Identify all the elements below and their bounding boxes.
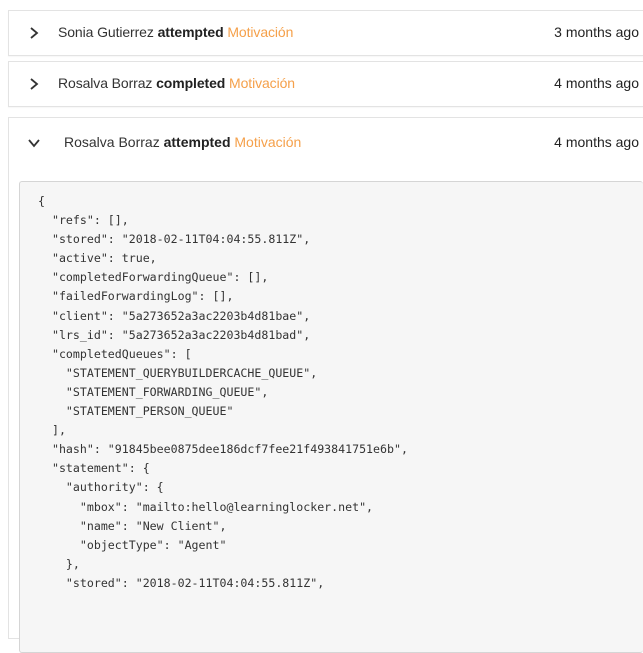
statement-json: { "refs": [], "stored": "2018-02-11T04:0… — [20, 182, 643, 593]
timestamp: 4 months ago — [554, 75, 639, 91]
activity-link[interactable]: Motivación — [229, 75, 295, 91]
actor-name: Rosalva Borraz — [58, 75, 153, 91]
statement-summary: Sonia Gutierrez attempted Motivación — [58, 24, 293, 40]
statement-row-expanded: Rosalva Borraz attempted Motivación 4 mo… — [8, 117, 643, 653]
actor-name: Sonia Gutierrez — [58, 24, 154, 40]
json-line: }, — [38, 556, 80, 571]
activity-link[interactable]: Motivación — [234, 134, 301, 150]
statement-row[interactable]: Sonia Gutierrez attempted Motivación 3 m… — [8, 10, 643, 56]
json-line: "completedForwardingQueue": [], — [38, 270, 269, 285]
json-line: "STATEMENT_QUERYBUILDERCACHE_QUEUE", — [38, 365, 318, 380]
statement-feed: Sonia Gutierrez attempted Motivación 3 m… — [8, 0, 643, 653]
chevron-right-icon[interactable] — [27, 77, 41, 91]
verb: completed — [156, 75, 226, 91]
actor-name: Rosalva Borraz — [64, 134, 160, 150]
verb: attempted — [163, 134, 231, 150]
statement-summary: Rosalva Borraz completed Motivación — [58, 75, 295, 91]
json-line: "mbox": "mailto:hello@learninglocker.net… — [38, 499, 374, 514]
json-line: "active": true, — [38, 251, 157, 266]
json-line: "client": "5a273652a3ac2203b4d81bae", — [38, 308, 311, 323]
statement-row[interactable]: Rosalva Borraz completed Motivación 4 mo… — [8, 61, 643, 107]
timestamp: 4 months ago — [554, 134, 639, 150]
timestamp: 3 months ago — [554, 24, 639, 40]
json-line: "hash": "91845bee0875dee186dcf7fee21f493… — [38, 442, 408, 457]
json-line: "failedForwardingLog": [], — [38, 289, 234, 304]
json-line: "refs": [], — [38, 213, 129, 228]
json-line: "statement": { — [38, 461, 150, 476]
json-line: ], — [38, 423, 66, 438]
json-line: "lrs_id": "5a273652a3ac2203b4d81bad", — [38, 327, 311, 342]
chevron-down-icon[interactable] — [27, 136, 41, 150]
json-line: "stored": "2018-02-11T04:04:55.811Z", — [38, 575, 325, 590]
verb: attempted — [157, 24, 224, 40]
json-line: "STATEMENT_FORWARDING_QUEUE", — [38, 384, 269, 399]
json-line: "STATEMENT_PERSON_QUEUE" — [38, 404, 234, 419]
json-line: "name": "New Client", — [38, 518, 227, 533]
activity-link[interactable]: Motivación — [227, 24, 293, 40]
json-line: "objectType": "Agent" — [38, 537, 227, 552]
json-line: "completedQueues": [ — [38, 346, 192, 361]
json-line: "authority": { — [38, 480, 164, 495]
statement-json-viewer[interactable]: { "refs": [], "stored": "2018-02-11T04:0… — [19, 181, 643, 653]
json-line: { — [38, 194, 45, 208]
statement-summary: Rosalva Borraz attempted Motivación — [64, 134, 301, 150]
statement-row-header[interactable]: Rosalva Borraz attempted Motivación 4 mo… — [9, 118, 643, 166]
chevron-right-icon[interactable] — [27, 26, 41, 40]
json-line: "stored": "2018-02-11T04:04:55.811Z", — [38, 232, 311, 247]
